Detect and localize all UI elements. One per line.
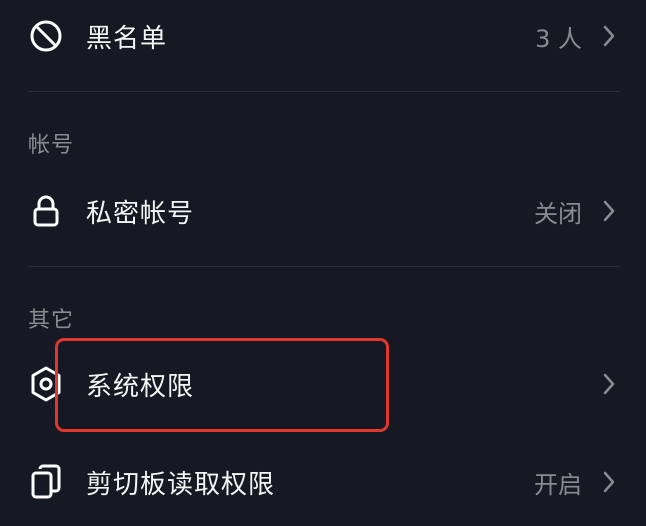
chevron-right-icon — [598, 23, 620, 49]
lock-icon — [26, 191, 66, 231]
chevron-right-icon — [598, 198, 620, 224]
divider — [28, 91, 620, 92]
divider — [28, 266, 620, 267]
system-permissions-row[interactable]: 系统权限 — [0, 344, 646, 424]
system-permissions-label: 系统权限 — [86, 371, 195, 402]
clipboard-icon — [26, 462, 66, 502]
block-icon — [26, 16, 66, 56]
blacklist-row[interactable]: 黑名单 3 人 — [0, 0, 646, 76]
clipboard-permission-label: 剪切板读取权限 — [86, 469, 276, 500]
private-account-label: 私密帐号 — [86, 198, 195, 229]
clipboard-permission-status: 开启 — [534, 470, 582, 499]
settings-hexagon-icon — [26, 364, 66, 404]
blacklist-count: 3 人 — [535, 24, 582, 53]
clipboard-permission-row[interactable]: 剪切板读取权限 开启 — [0, 442, 646, 522]
section-title-account: 帐号 — [28, 133, 75, 158]
chevron-right-icon — [598, 469, 620, 495]
chevron-right-icon — [598, 371, 620, 397]
private-account-row[interactable]: 私密帐号 关闭 — [0, 171, 646, 251]
section-title-other: 其它 — [28, 308, 75, 333]
private-account-status: 关闭 — [534, 199, 582, 228]
blacklist-label: 黑名单 — [86, 23, 168, 54]
